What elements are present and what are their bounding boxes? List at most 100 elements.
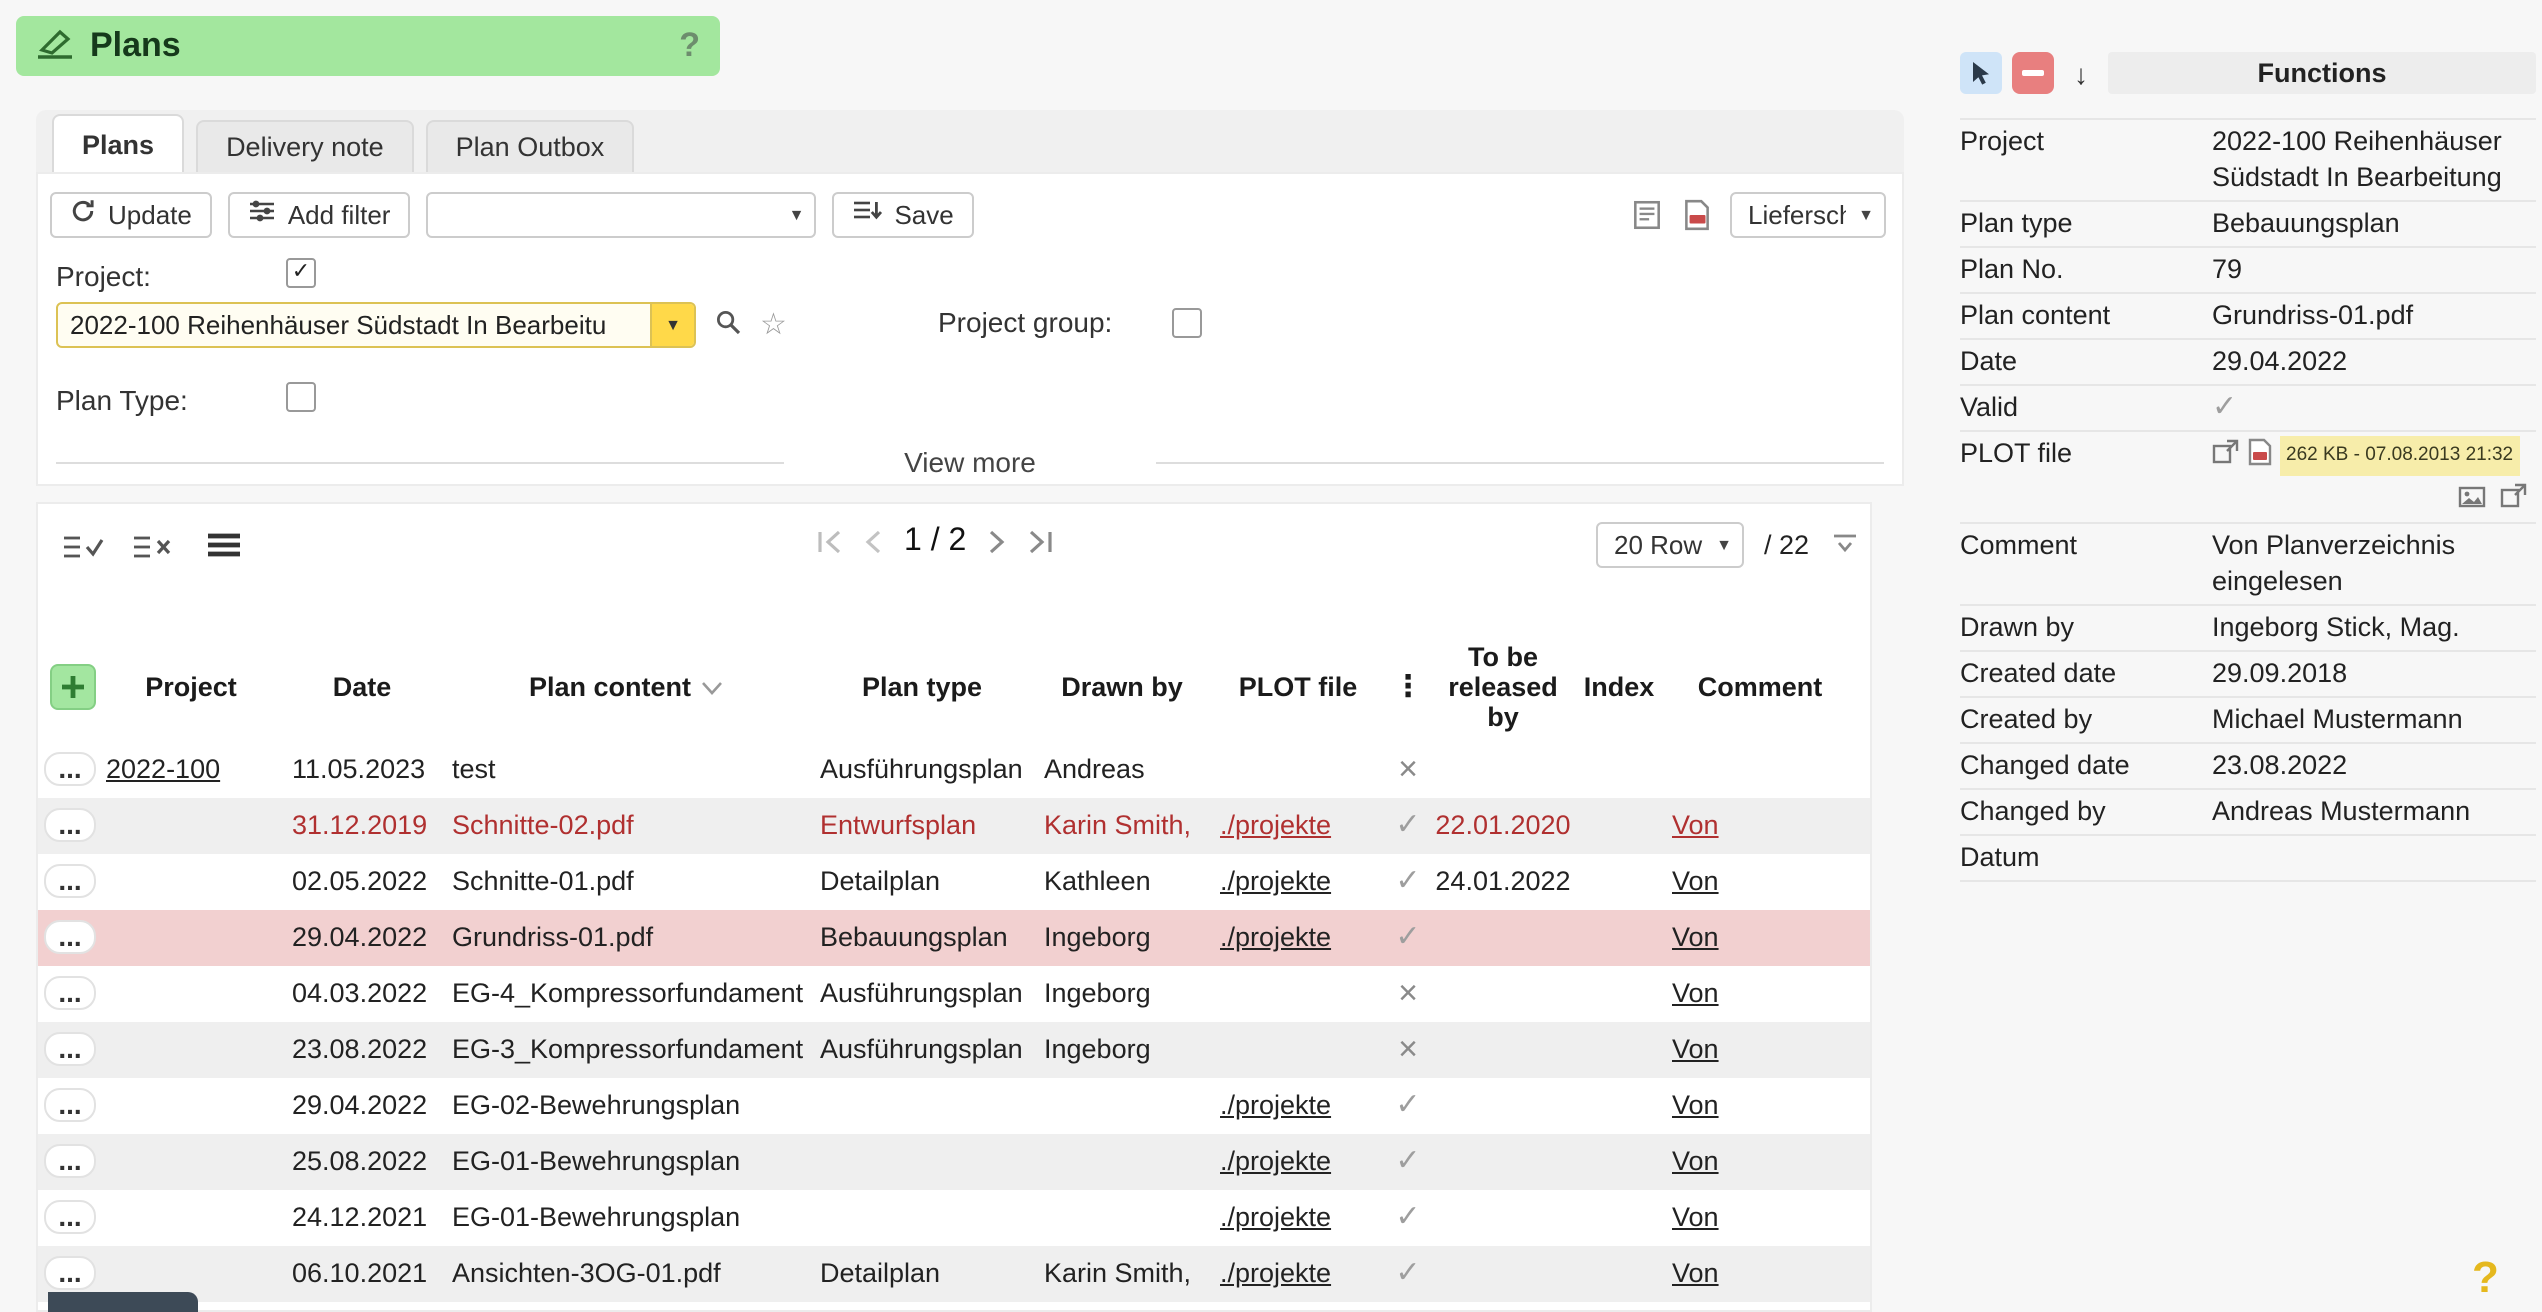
- cell-project: [100, 798, 282, 854]
- col-header-index[interactable]: Index: [1576, 632, 1662, 742]
- save-button[interactable]: Save: [832, 191, 973, 237]
- comment-link[interactable]: Von: [1672, 1146, 1719, 1176]
- plot-file-link[interactable]: ./projekte: [1220, 810, 1331, 840]
- plot-file-link[interactable]: ./projekte: [1220, 1090, 1331, 1120]
- comment-link[interactable]: Von: [1672, 1258, 1719, 1288]
- comment-link[interactable]: Von: [1672, 922, 1719, 952]
- table-row[interactable]: ... 2022-100 11.05.2023 test Ausführungs…: [38, 742, 1870, 798]
- column-options-icon[interactable]: [1832, 530, 1858, 562]
- open-external-icon[interactable]: [2500, 482, 2528, 518]
- rows-per-page-select[interactable]: 20 Row ▼: [1596, 522, 1744, 568]
- next-page-icon[interactable]: [988, 528, 1008, 556]
- plot-file-meta: 262 KB - 07.08.2013 21:32: [2280, 436, 2519, 476]
- refresh-icon: [70, 198, 96, 230]
- col-header-drawn-by[interactable]: Drawn by: [1034, 632, 1210, 742]
- plot-file-link[interactable]: ./projekte: [1220, 1146, 1331, 1176]
- corner-help-icon[interactable]: ?: [2472, 1252, 2499, 1304]
- cell-index: [1576, 966, 1662, 1022]
- cell-drawn-by: Ingeborg: [1034, 910, 1210, 966]
- row-menu-button[interactable]: ...: [44, 919, 96, 953]
- row-menu-button[interactable]: ...: [44, 1255, 96, 1289]
- combobox-dropdown-button[interactable]: ▼: [650, 304, 694, 346]
- comment-link[interactable]: Von: [1672, 810, 1719, 840]
- view-more-link[interactable]: View more: [904, 446, 1036, 478]
- table-row[interactable]: ... 25.08.2022 EG-01-Bewehrungsplan ./pr…: [38, 1134, 1870, 1190]
- comment-link[interactable]: Von: [1672, 1090, 1719, 1120]
- col-header-comment[interactable]: Comment: [1662, 632, 1858, 742]
- last-page-icon[interactable]: [1026, 528, 1056, 556]
- project-filter-checkbox[interactable]: ✓: [286, 258, 316, 288]
- row-menu-button[interactable]: ...: [44, 1031, 96, 1065]
- cell-release-status: ×: [1386, 966, 1430, 1022]
- row-menu-button[interactable]: ...: [44, 975, 96, 1009]
- preview-image-icon[interactable]: [2458, 482, 2486, 518]
- col-header-to-be-released-by[interactable]: To be released by: [1430, 632, 1576, 742]
- cell-index: [1576, 1134, 1662, 1190]
- prev-page-icon[interactable]: [862, 528, 882, 556]
- update-button[interactable]: Update: [50, 191, 212, 237]
- cell-comment: Von: [1662, 1246, 1858, 1302]
- cell-plan-type: Bebauungsplan: [810, 910, 1034, 966]
- tab-delivery-note[interactable]: Delivery note: [196, 120, 414, 172]
- table-row[interactable]: ... 29.04.2022 EG-02-Bewehrungsplan ./pr…: [38, 1078, 1870, 1134]
- comment-link[interactable]: Von: [1672, 866, 1719, 896]
- saved-filter-select[interactable]: ▼: [426, 191, 816, 237]
- cell-plan-type: Detailplan: [810, 854, 1034, 910]
- table-row[interactable]: ... 04.03.2022 EG-4_Kompressorfundament …: [38, 966, 1870, 1022]
- cell-drawn-by: [1034, 1134, 1210, 1190]
- row-menu-button[interactable]: ...: [44, 807, 96, 841]
- favorite-star-icon[interactable]: ☆: [760, 310, 787, 340]
- table-row[interactable]: ... 29.04.2022 Grundriss-01.pdf Bebauung…: [38, 910, 1870, 966]
- pdf-export-icon[interactable]: [1680, 197, 1714, 231]
- report-icon[interactable]: [1630, 197, 1664, 231]
- table-row[interactable]: ... 24.12.2021 EG-01-Bewehrungsplan ./pr…: [38, 1190, 1870, 1246]
- remove-icon[interactable]: [2012, 52, 2054, 94]
- functions-header[interactable]: Functions: [2108, 52, 2536, 94]
- row-menu-button[interactable]: ...: [44, 1087, 96, 1121]
- plan-type-checkbox[interactable]: [286, 382, 316, 412]
- row-menu-button[interactable]: ...: [44, 751, 96, 785]
- plot-file-link[interactable]: ./projekte: [1220, 1258, 1331, 1288]
- pdf-icon[interactable]: [2248, 437, 2272, 475]
- open-external-icon[interactable]: [2212, 438, 2240, 474]
- col-header-plot-file[interactable]: PLOT file: [1210, 632, 1386, 742]
- plot-file-link[interactable]: ./projekte: [1220, 1202, 1331, 1232]
- first-page-icon[interactable]: [814, 528, 844, 556]
- menu-icon[interactable]: [206, 532, 242, 564]
- project-link[interactable]: 2022-100: [106, 754, 220, 784]
- plot-file-link[interactable]: ./projekte: [1220, 866, 1331, 896]
- cell-release-status: ✓: [1386, 1246, 1430, 1302]
- header-help-icon[interactable]: ?: [679, 26, 700, 66]
- table-row[interactable]: ... 02.05.2022 Schnitte-01.pdf Detailpla…: [38, 854, 1870, 910]
- add-plan-button[interactable]: [50, 664, 96, 710]
- col-header-plan-type[interactable]: Plan type: [810, 632, 1034, 742]
- table-row[interactable]: ... 23.08.2022 EG-3_Kompressorfundament …: [38, 1022, 1870, 1078]
- col-header-date[interactable]: Date: [282, 632, 442, 742]
- comment-link[interactable]: Von: [1672, 978, 1719, 1008]
- table-row[interactable]: ... 31.12.2019 Schnitte-02.pdf Entwurfsp…: [38, 798, 1870, 854]
- delivery-note-select[interactable]: Lieferschein ▼: [1730, 191, 1886, 237]
- col-header-status-icon[interactable]: ⋮: [1386, 632, 1430, 742]
- col-header-plan-content[interactable]: Plan content: [442, 632, 810, 742]
- row-menu-button[interactable]: ...: [44, 863, 96, 897]
- tab-plans[interactable]: Plans: [52, 114, 184, 172]
- search-icon[interactable]: [714, 308, 742, 342]
- comment-link[interactable]: Von: [1672, 1034, 1719, 1064]
- project-combobox[interactable]: 2022-100 Reihenhäuser Südstadt In Bearbe…: [56, 302, 696, 348]
- project-group-checkbox[interactable]: [1172, 307, 1202, 337]
- plot-file-link[interactable]: ./projekte: [1220, 922, 1331, 952]
- tab-plan-outbox[interactable]: Plan Outbox: [426, 120, 635, 172]
- add-filter-button[interactable]: Add filter: [228, 191, 411, 237]
- select-rows-icon[interactable]: [62, 532, 106, 568]
- comment-link[interactable]: Von: [1672, 1202, 1719, 1232]
- row-menu-button[interactable]: ...: [44, 1199, 96, 1233]
- row-menu-button[interactable]: ...: [44, 1143, 96, 1177]
- deselect-rows-icon[interactable]: [132, 532, 176, 568]
- cursor-tool-icon[interactable]: [1960, 52, 2002, 94]
- table-row[interactable]: ...: [38, 1302, 1870, 1312]
- cell-date: 04.03.2022: [282, 966, 442, 1022]
- col-header-project[interactable]: Project: [100, 632, 282, 742]
- down-arrow-icon[interactable]: ↓: [2074, 57, 2088, 89]
- filter-sliders-icon: [248, 198, 276, 230]
- table-row[interactable]: ... 06.10.2021 Ansichten-3OG-01.pdf Deta…: [38, 1246, 1870, 1302]
